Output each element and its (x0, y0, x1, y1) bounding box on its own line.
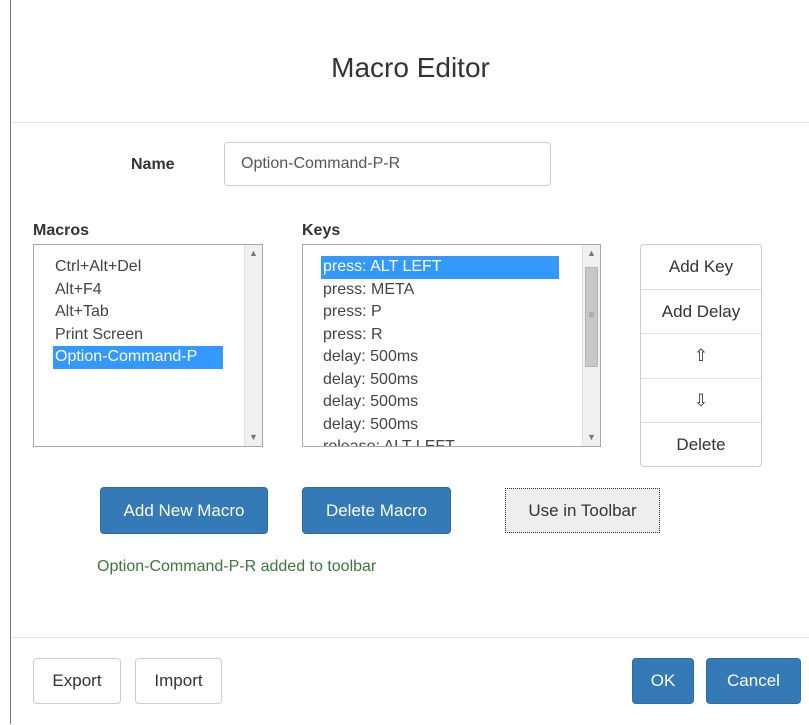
status-message: Option-Command-P-R added to toolbar (97, 558, 377, 575)
scroll-down-arrow-icon[interactable]: ▼ (583, 429, 600, 446)
keys-scrollbar[interactable]: ▲ ≡ ▼ (582, 245, 600, 446)
macro-item[interactable]: Print Screen (53, 324, 223, 347)
keys-list: press: ALT LEFT press: META press: P pre… (321, 256, 559, 446)
key-item[interactable]: delay: 500ms (321, 391, 559, 414)
add-new-macro-button[interactable]: Add New Macro (100, 487, 268, 534)
export-button[interactable]: Export (33, 658, 121, 704)
macro-item[interactable]: Alt+F4 (53, 279, 223, 302)
macros-listbox[interactable]: Ctrl+Alt+Del Alt+F4 Alt+Tab Print Screen… (33, 244, 263, 447)
cancel-button[interactable]: Cancel (706, 658, 801, 704)
dialog-header: Macro Editor (11, 0, 809, 123)
keys-label: Keys (302, 222, 341, 239)
macro-item-selected[interactable]: Option-Command-P (53, 346, 223, 369)
key-item[interactable]: press: P (321, 301, 559, 324)
scroll-down-arrow-icon[interactable]: ▼ (245, 429, 262, 446)
import-button[interactable]: Import (135, 658, 222, 704)
use-in-toolbar-button[interactable]: Use in Toolbar (505, 488, 660, 533)
delete-key-button[interactable]: Delete (641, 423, 761, 468)
key-actions-group: Add Key Add Delay ⇧ ⇩ Delete (640, 244, 762, 467)
key-item[interactable]: delay: 500ms (321, 414, 559, 437)
arrow-down-icon: ⇩ (693, 390, 709, 410)
key-item-selected[interactable]: press: ALT LEFT (321, 256, 559, 279)
dialog-title: Macro Editor (331, 52, 490, 83)
scroll-up-arrow-icon[interactable]: ▲ (245, 245, 262, 262)
macro-item[interactable]: Alt+Tab (53, 301, 223, 324)
move-up-button[interactable]: ⇧ (641, 334, 761, 379)
macro-editor-dialog: Macro Editor Name Macros Keys Ctrl+Alt+D… (10, 0, 809, 724)
key-item[interactable]: delay: 500ms (321, 346, 559, 369)
arrow-up-icon: ⇧ (693, 346, 709, 366)
delete-macro-button[interactable]: Delete Macro (302, 487, 451, 534)
key-item[interactable]: press: META (321, 279, 559, 302)
macro-name-input[interactable] (224, 142, 551, 186)
key-item[interactable]: release: ALT LEFT (321, 436, 559, 446)
add-key-button[interactable]: Add Key (641, 245, 761, 290)
macros-label: Macros (33, 222, 90, 239)
add-delay-button[interactable]: Add Delay (641, 290, 761, 335)
move-down-button[interactable]: ⇩ (641, 379, 761, 424)
macros-list: Ctrl+Alt+Del Alt+F4 Alt+Tab Print Screen… (53, 256, 223, 369)
scroll-up-arrow-icon[interactable]: ▲ (583, 245, 600, 262)
name-label: Name (131, 156, 175, 173)
key-item[interactable]: delay: 500ms (321, 369, 559, 392)
ok-button[interactable]: OK (632, 658, 694, 704)
keys-listbox[interactable]: press: ALT LEFT press: META press: P pre… (302, 244, 601, 447)
macros-scrollbar[interactable]: ▲ ▼ (244, 245, 262, 446)
key-item[interactable]: press: R (321, 324, 559, 347)
macro-item[interactable]: Ctrl+Alt+Del (53, 256, 223, 279)
scrollbar-thumb[interactable]: ≡ (585, 267, 598, 367)
